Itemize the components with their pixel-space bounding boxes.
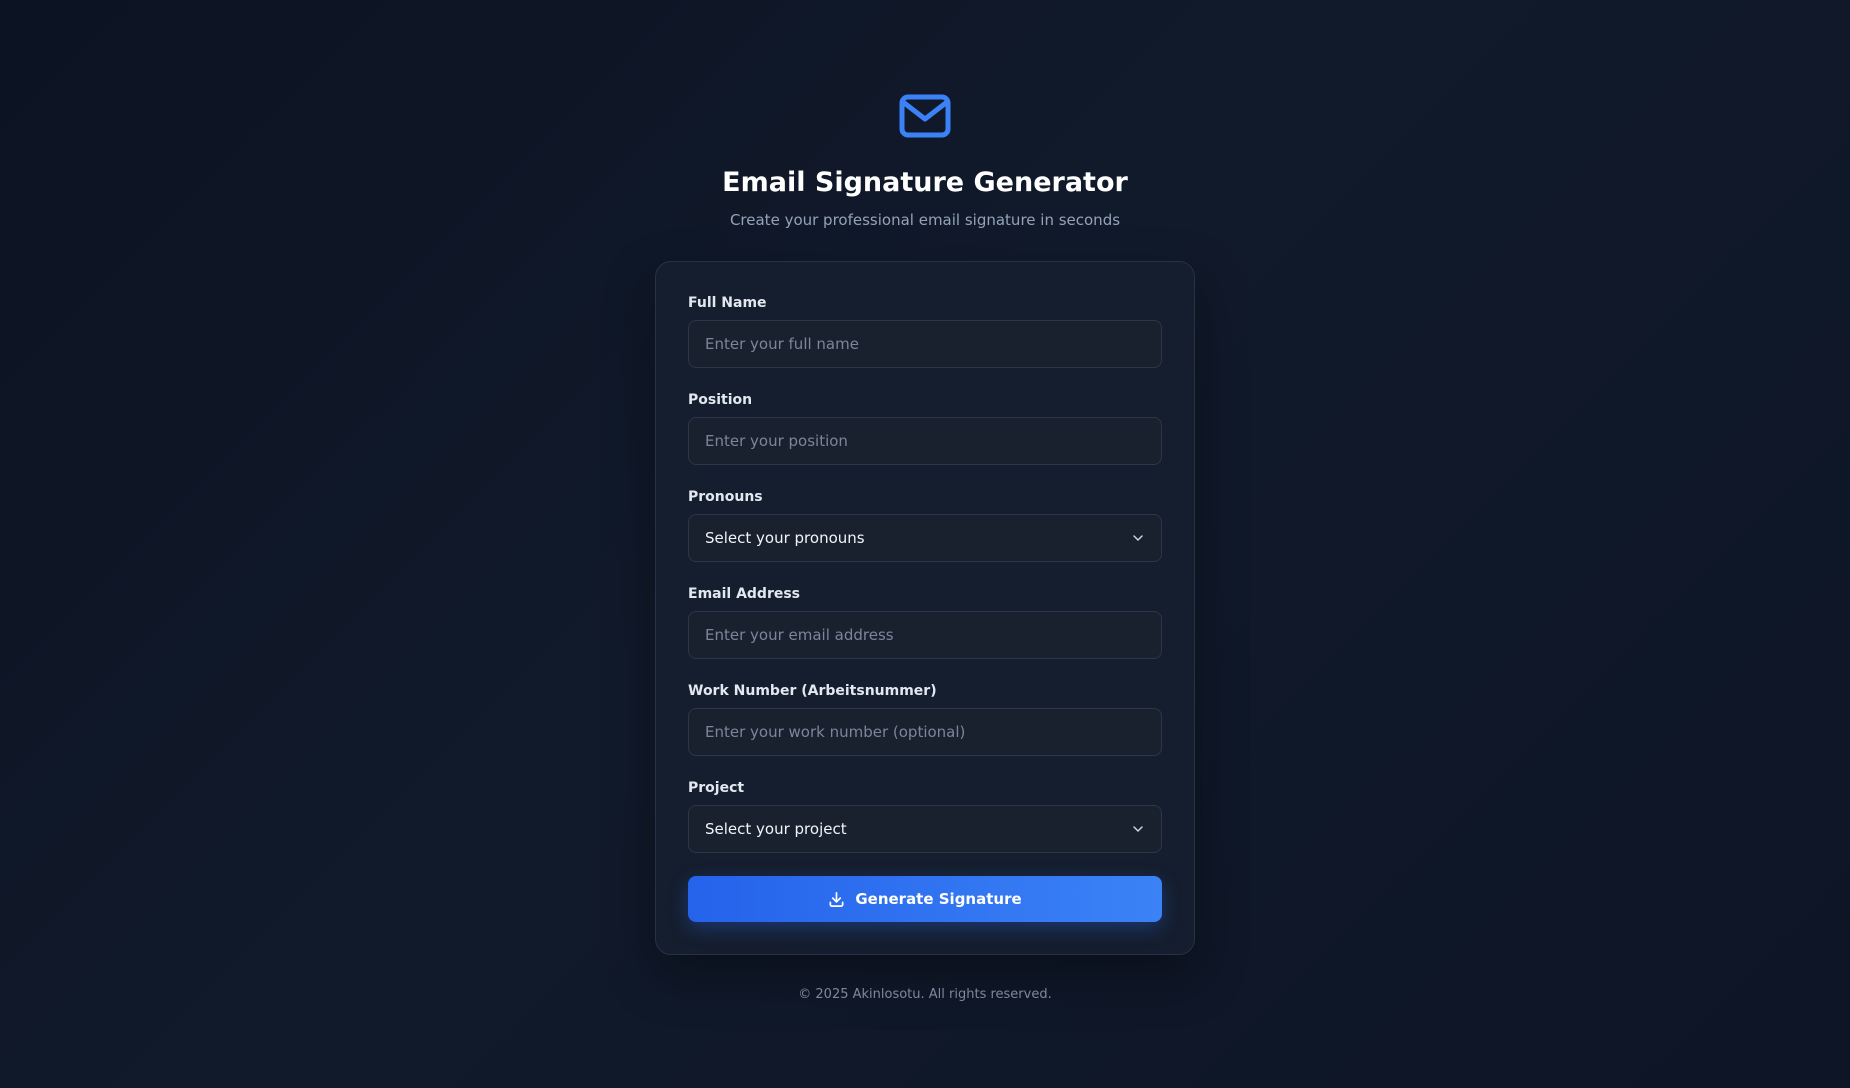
generate-signature-label: Generate Signature (855, 890, 1022, 908)
chevron-down-icon (1131, 822, 1145, 836)
project-select[interactable]: Select your project (688, 805, 1162, 853)
project-field: Project Select your project (688, 779, 1162, 853)
page-subtitle: Create your professional email signature… (729, 211, 1121, 229)
project-label: Project (688, 780, 745, 796)
chevron-down-icon (1131, 531, 1145, 545)
pronouns-selected-value: Select your pronouns (705, 529, 865, 547)
footer-copyright: © 2025 Akinlosotu. All rights reserved. (798, 987, 1052, 1002)
work-number-input[interactable] (688, 708, 1162, 756)
signature-form-card: Full Name Position Pronouns Select your … (655, 261, 1195, 955)
page: Email Signature Generator Create your pr… (0, 0, 1850, 1088)
email-input[interactable] (688, 611, 1162, 659)
position-input[interactable] (688, 417, 1162, 465)
work-number-field: Work Number (Arbeitsnummer) (688, 682, 1162, 756)
download-icon (828, 891, 845, 908)
generate-signature-button[interactable]: Generate Signature (688, 876, 1162, 922)
full-name-field: Full Name (688, 294, 1162, 368)
position-label: Position (688, 392, 753, 408)
project-selected-value: Select your project (705, 820, 847, 838)
pronouns-select[interactable]: Select your pronouns (688, 514, 1162, 562)
work-number-label: Work Number (Arbeitsnummer) (688, 683, 937, 699)
pronouns-field: Pronouns Select your pronouns (688, 488, 1162, 562)
position-field: Position (688, 391, 1162, 465)
full-name-label: Full Name (688, 295, 767, 311)
email-label: Email Address (688, 586, 801, 602)
email-field: Email Address (688, 585, 1162, 659)
mail-icon (899, 94, 951, 138)
pronouns-label: Pronouns (688, 489, 763, 505)
page-title: Email Signature Generator (722, 167, 1128, 198)
full-name-input[interactable] (688, 320, 1162, 368)
